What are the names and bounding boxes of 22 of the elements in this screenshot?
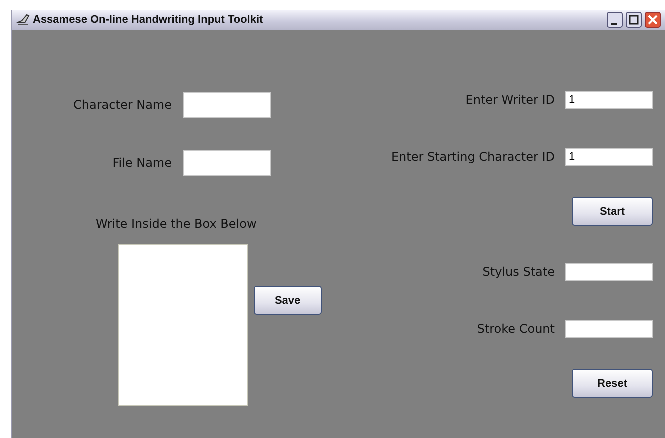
text-field[interactable] [565,263,653,281]
writing-canvas[interactable] [118,244,248,406]
field-label: File Name [112,156,172,170]
quill-icon [16,14,30,26]
field-label: Enter Writer ID [466,93,555,107]
text-field[interactable]: 1 [565,148,653,166]
save-button[interactable]: Save [254,286,322,315]
text-field[interactable]: 1 [565,91,653,109]
field-label: Stroke Count [477,322,555,336]
maximize-icon[interactable] [626,12,642,28]
text-field[interactable] [183,92,271,118]
field-label: Stylus State [482,265,555,279]
text-field[interactable] [183,150,271,176]
close-icon[interactable] [645,12,661,28]
minimize-icon[interactable] [607,12,623,28]
field-label: Character Name [74,98,172,112]
field-label: Enter Starting Character ID [391,150,555,164]
action-button[interactable]: Start [572,197,653,226]
canvas-label: Write Inside the Box Below [96,217,258,231]
window-title: Assamese On-line Handwriting Input Toolkit [33,14,264,26]
action-button[interactable]: Reset [572,369,653,398]
text-field[interactable] [565,320,653,338]
